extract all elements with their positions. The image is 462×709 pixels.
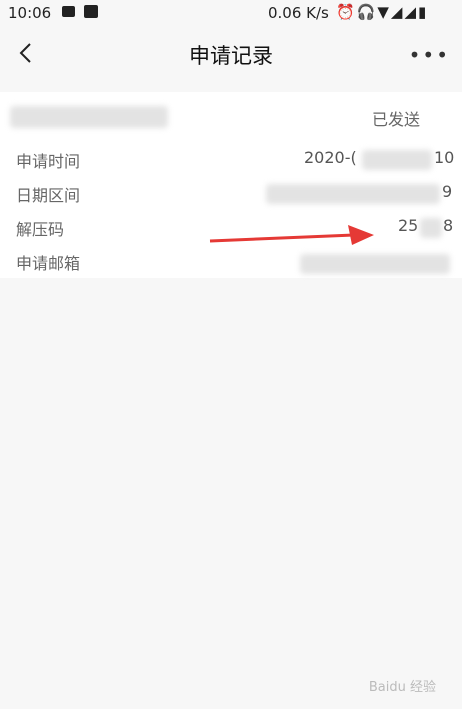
- page-title: 申请记录: [189, 44, 273, 68]
- alarm-icon: ⏰: [336, 3, 357, 21]
- wifi-icon: ▼: [377, 3, 391, 21]
- field-row-date-range: 日期区间 9: [0, 178, 462, 208]
- field-label: 申请邮箱: [16, 254, 81, 273]
- more-icon[interactable]: •••: [409, 45, 450, 65]
- field-value-start: 2020-(: [304, 148, 357, 167]
- field-row-apply-time: 申请时间 2020-( 10: [0, 144, 462, 174]
- watermark-logo: Baidu 经验: [368, 680, 436, 695]
- headset-icon: 🎧: [356, 3, 378, 21]
- field-value-start: 25: [398, 216, 419, 235]
- signal-icon-2: ◢: [404, 3, 419, 21]
- annotation-arrow-icon: [209, 225, 374, 245]
- redacted-title: [10, 106, 168, 128]
- status-icons: ⏰🎧▼◢◢▮: [336, 3, 428, 21]
- status-badge: 已发送: [372, 110, 421, 129]
- redacted-value: [420, 218, 442, 238]
- field-label: 申请时间: [16, 152, 81, 171]
- field-value-end: 9: [442, 182, 453, 201]
- field-value-end: 10: [434, 148, 455, 167]
- record-card[interactable]: 已发送 申请时间 2020-( 10 日期区间 9 解压码 25 8 申请邮箱: [0, 92, 462, 278]
- field-label: 解压码: [16, 220, 65, 239]
- signal-icon: ◢: [390, 3, 405, 21]
- redacted-value: [362, 150, 432, 170]
- status-bar: 10:06 0.06 K/s ⏰🎧▼◢◢▮: [0, 0, 462, 28]
- nav-bar: 申请记录 •••: [0, 28, 462, 80]
- field-row-email: 申请邮箱: [0, 246, 462, 276]
- notification-icon: [84, 5, 98, 18]
- field-label: 日期区间: [16, 186, 81, 205]
- battery-icon: ▮: [418, 3, 429, 21]
- image-icon: [62, 6, 75, 17]
- field-value-end: 8: [443, 216, 454, 235]
- status-time: 10:06: [8, 4, 52, 22]
- redacted-value: [266, 184, 440, 204]
- network-speed: 0.06 K/s: [268, 4, 329, 22]
- redacted-value: [300, 254, 450, 274]
